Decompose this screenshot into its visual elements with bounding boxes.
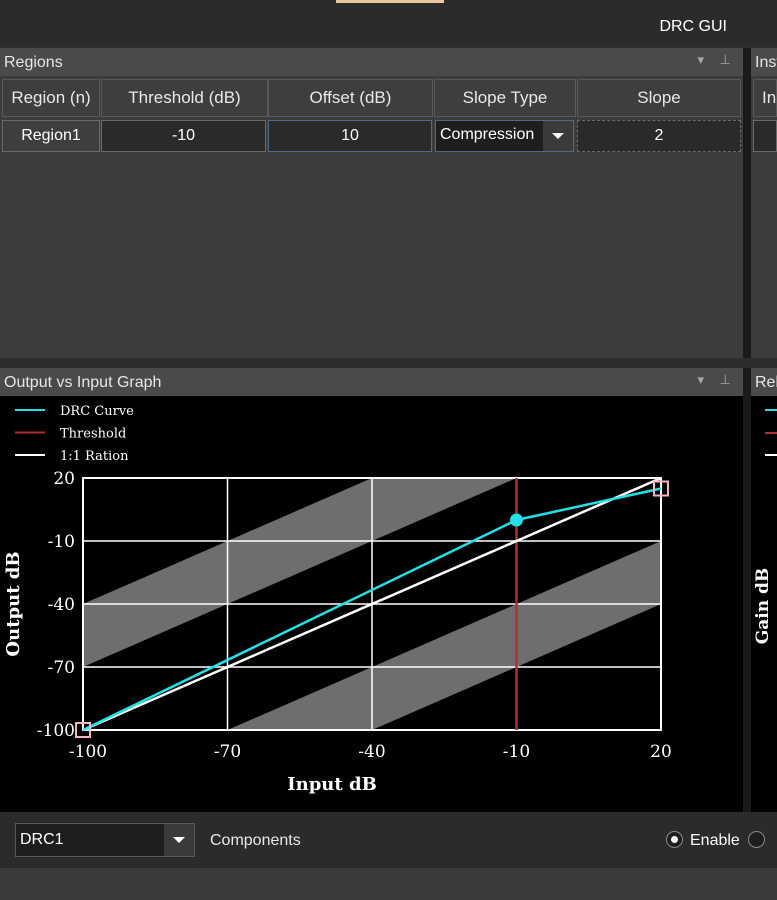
y-tick-label: -40 <box>48 595 75 615</box>
column-header-threshold[interactable]: Threshold (dB) <box>101 79 268 117</box>
column-header-slope-type[interactable]: Slope Type <box>434 79 576 117</box>
column-header-offset[interactable]: Offset (dB) <box>268 79 433 117</box>
component-select[interactable]: DRC1 <box>15 823 195 857</box>
chevron-down-icon[interactable] <box>164 824 194 856</box>
inst-panel-title: Inst <box>755 54 777 71</box>
slope-type-dropdown[interactable]: Compression <box>435 120 574 152</box>
regions-panel <box>0 76 743 358</box>
panel-splitter[interactable] <box>743 48 751 396</box>
components-label: Components <box>210 832 301 849</box>
inst-cell[interactable] <box>753 120 777 152</box>
cell-offset[interactable]: 10 <box>268 120 432 152</box>
horizontal-splitter[interactable] <box>0 358 777 368</box>
window-title: DRC GUI <box>659 18 727 35</box>
inst-panel-header: Inst <box>751 48 777 76</box>
y-tick-label: 20 <box>53 469 75 489</box>
legend-label: Threshold <box>60 427 126 442</box>
cell-threshold[interactable]: -10 <box>101 120 266 152</box>
x-tick-label: -40 <box>358 742 385 762</box>
y-tick-label: -10 <box>48 532 75 552</box>
radio-selected-dot <box>671 836 678 843</box>
graph-area: DRC Curve Threshold 1:1 Ration -100 -70 -40 -1… <box>0 396 743 812</box>
panel-menu-icon[interactable]: ▾ ⊥ <box>698 52 737 68</box>
gain-chart: Gain dB <box>753 409 777 645</box>
title-accent <box>336 0 444 3</box>
column-header-region[interactable]: Region (n) <box>2 79 100 117</box>
column-header-slope[interactable]: Slope <box>577 79 741 117</box>
panel-splitter[interactable] <box>743 368 751 812</box>
drc-knee-handle <box>510 513 523 527</box>
cell-region-name[interactable]: Region1 <box>2 120 100 152</box>
y-axis-label: Output dB <box>3 551 24 656</box>
x-tick-label: -100 <box>69 742 107 762</box>
regions-panel-header: Regions ▾ ⊥ <box>0 48 743 76</box>
gain-chart-strip: Gain dB <box>751 396 777 812</box>
panel-menu-icon[interactable]: ▾ ⊥ <box>698 372 737 388</box>
enable-label: Enable <box>690 832 740 849</box>
status-footer <box>0 868 777 900</box>
regions-panel-title: Regions <box>4 54 63 71</box>
rel-panel-header: Rel <box>751 368 777 396</box>
bottom-bar: DRC1 Components Enable <box>0 812 777 868</box>
graph-panel-header: Output vs Input Graph ▾ ⊥ <box>0 368 743 396</box>
y-tick-label: -100 <box>37 721 75 741</box>
legend-label: DRC Curve <box>60 404 134 419</box>
title-bar: DRC GUI <box>0 0 777 45</box>
output-vs-input-chart: DRC Curve Threshold 1:1 Ration -100 -70 -40 -1… <box>3 404 672 795</box>
rel-panel-title: Rel <box>755 374 777 391</box>
inst-panel <box>751 76 777 358</box>
chevron-down-icon[interactable] <box>543 121 573 151</box>
x-tick-label: -10 <box>503 742 530 762</box>
cell-slope[interactable]: 2 <box>577 120 741 152</box>
y-tick-label: -70 <box>48 658 75 678</box>
x-tick-label: 20 <box>650 742 672 762</box>
legend-label: 1:1 Ration <box>60 449 129 464</box>
component-select-value: DRC1 <box>20 831 64 848</box>
x-axis-label: Input dB <box>287 774 377 795</box>
x-tick-label: -70 <box>214 742 241 762</box>
disable-radio[interactable] <box>748 831 765 848</box>
enable-radio[interactable] <box>666 831 683 848</box>
slope-type-value: Compression <box>440 126 535 143</box>
inst-column-header[interactable]: Ins <box>753 79 777 117</box>
graph-panel-title: Output vs Input Graph <box>4 374 162 391</box>
gain-axis-label: Gain dB <box>753 568 773 645</box>
